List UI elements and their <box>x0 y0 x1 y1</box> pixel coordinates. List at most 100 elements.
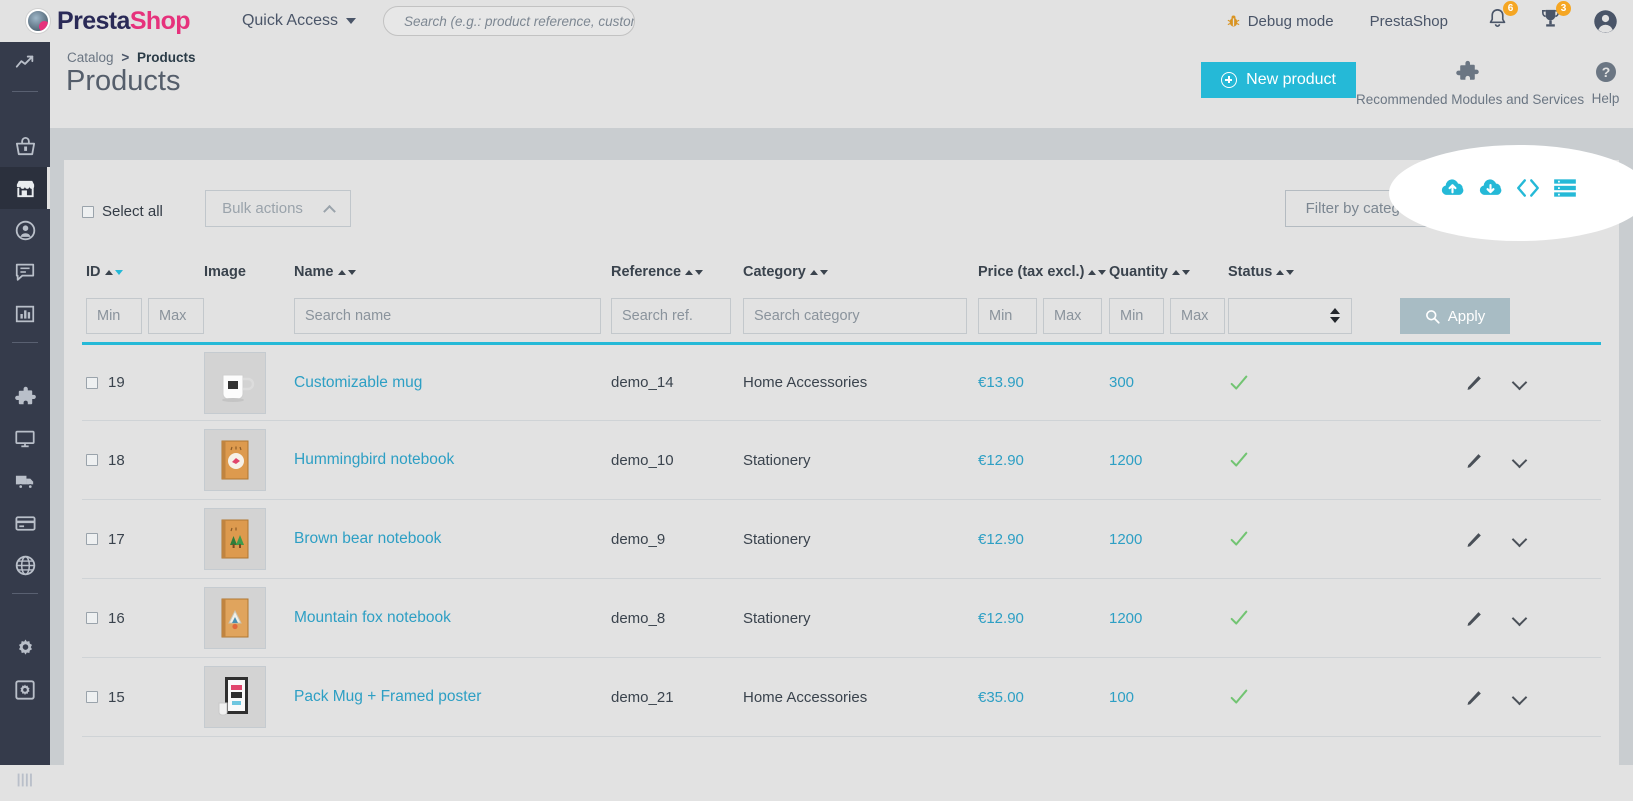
edit-pencil-icon[interactable] <box>1465 609 1484 628</box>
sort-desc-icon[interactable] <box>1181 269 1190 275</box>
product-thumbnail[interactable] <box>204 666 266 728</box>
filter-quantity-max-input[interactable] <box>1170 298 1225 334</box>
sidebar-item-catalog[interactable] <box>0 167 50 209</box>
product-thumbnail[interactable] <box>204 587 266 649</box>
sort-asc-icon[interactable] <box>809 269 818 275</box>
row-checkbox[interactable] <box>86 376 98 389</box>
bulk-actions-dropdown[interactable]: Bulk actions <box>205 190 351 227</box>
row-dropdown-chevron-icon[interactable] <box>1511 531 1528 547</box>
sort-desc-icon[interactable] <box>1098 269 1107 275</box>
row-checkbox[interactable] <box>86 454 98 466</box>
row-dropdown-chevron-icon[interactable] <box>1511 374 1528 391</box>
sort-asc-icon[interactable] <box>1276 269 1285 275</box>
quick-access-menu[interactable]: Quick Access <box>242 12 356 30</box>
product-name-link[interactable]: Hummingbird notebook <box>294 451 454 469</box>
row-dropdown-chevron-icon[interactable] <box>1511 452 1528 468</box>
trophies-button[interactable]: 3 <box>1539 1 1571 35</box>
filter-id-min-input[interactable] <box>86 298 142 334</box>
filter-price-min-input[interactable] <box>978 298 1037 334</box>
check-mark-icon[interactable] <box>1228 607 1250 629</box>
filter-status-select[interactable] <box>1228 298 1352 334</box>
product-price-link[interactable]: €12.90 <box>978 610 1024 627</box>
new-product-button[interactable]: New product <box>1201 62 1356 98</box>
sidebar-item-stats[interactable] <box>0 293 50 335</box>
column-header-status[interactable]: Status <box>1228 264 1390 280</box>
column-header-quantity[interactable]: Quantity <box>1109 264 1228 280</box>
cloud-upload-icon[interactable] <box>1439 174 1466 201</box>
filter-price-max-input[interactable] <box>1043 298 1102 334</box>
column-header-category[interactable]: Category <box>743 264 978 280</box>
sort-asc-icon[interactable] <box>1088 269 1097 275</box>
filter-name-input[interactable] <box>294 298 601 334</box>
product-quantity-link[interactable]: 1200 <box>1109 531 1142 548</box>
column-header-id[interactable]: ID <box>82 264 204 280</box>
sidebar-item-payment[interactable] <box>0 502 50 544</box>
table-row[interactable]: 16 Mountain fox notebook demo_8 Statione… <box>82 579 1601 658</box>
global-search-box[interactable]: Search (e.g.: product reference, custome <box>382 6 635 36</box>
row-dropdown-chevron-icon[interactable] <box>1511 689 1528 705</box>
filter-id-max-input[interactable] <box>148 298 204 334</box>
sort-desc-icon[interactable] <box>695 269 704 275</box>
code-brackets-icon[interactable] <box>1515 175 1541 201</box>
breadcrumb-parent[interactable]: Catalog <box>67 50 114 65</box>
list-view-icon[interactable] <box>1552 175 1578 201</box>
product-name-link[interactable]: Brown bear notebook <box>294 530 441 548</box>
sidebar-item-orders[interactable] <box>0 125 50 167</box>
sort-asc-icon[interactable] <box>104 269 113 275</box>
sort-desc-icon[interactable] <box>114 269 123 275</box>
notifications-bell[interactable]: 6 <box>1486 1 1518 35</box>
sidebar-item-dashboard[interactable] <box>0 42 50 84</box>
sort-asc-icon[interactable] <box>1171 269 1180 275</box>
sidebar-item-customer-service[interactable] <box>0 251 50 293</box>
product-thumbnail[interactable] <box>204 508 266 570</box>
sort-desc-icon[interactable] <box>819 269 828 275</box>
filter-reference-input[interactable] <box>611 298 731 334</box>
table-row[interactable]: 19 Customizable mug demo_14 Home Accesso <box>82 342 1601 421</box>
cloud-download-icon[interactable] <box>1477 174 1504 201</box>
filter-category-input[interactable] <box>743 298 967 334</box>
apply-filter-button[interactable]: Apply <box>1400 298 1510 334</box>
check-mark-icon[interactable] <box>1228 686 1250 708</box>
help-button[interactable]: ? Help <box>1583 60 1628 106</box>
product-quantity-link[interactable]: 300 <box>1109 374 1134 391</box>
sidebar-item-collapse-menu[interactable] <box>0 759 50 801</box>
row-checkbox[interactable] <box>86 533 98 545</box>
table-row[interactable]: 18 Hummingbird notebook demo_10 Statione… <box>82 421 1601 500</box>
select-all-checkbox[interactable] <box>82 205 94 218</box>
sort-asc-icon[interactable] <box>337 269 346 275</box>
shop-name-link[interactable]: PrestaShop <box>1370 13 1448 30</box>
check-mark-icon[interactable] <box>1228 449 1250 471</box>
edit-pencil-icon[interactable] <box>1465 530 1484 549</box>
product-thumbnail[interactable] <box>204 351 266 414</box>
sidebar-item-shipping[interactable] <box>0 460 50 502</box>
sort-desc-icon[interactable] <box>347 269 356 275</box>
select-all-control[interactable]: Select all <box>82 203 163 220</box>
table-row[interactable]: 17 Brown bear notebook demo_9 Stationery… <box>82 500 1601 579</box>
sidebar-item-international[interactable] <box>0 544 50 586</box>
sidebar-item-modules[interactable] <box>0 376 50 418</box>
check-mark-icon[interactable] <box>1228 528 1250 550</box>
product-name-link[interactable]: Mountain fox notebook <box>294 609 451 627</box>
product-price-link[interactable]: €13.90 <box>978 374 1024 391</box>
table-row[interactable]: 15 Pack Mug + Framed poster demo_21 Home… <box>82 658 1601 737</box>
row-dropdown-chevron-icon[interactable] <box>1511 610 1528 626</box>
product-thumbnail[interactable] <box>204 429 266 491</box>
product-name-link[interactable]: Customizable mug <box>294 374 422 392</box>
sort-asc-icon[interactable] <box>685 269 694 275</box>
sort-desc-icon[interactable] <box>1286 269 1295 275</box>
filter-quantity-min-input[interactable] <box>1109 298 1164 334</box>
sidebar-item-customers[interactable] <box>0 209 50 251</box>
row-checkbox[interactable] <box>86 612 98 624</box>
product-quantity-link[interactable]: 1200 <box>1109 452 1142 469</box>
product-price-link[interactable]: €35.00 <box>978 689 1024 706</box>
sidebar-item-shop-parameters[interactable] <box>0 627 50 669</box>
check-mark-icon[interactable] <box>1228 372 1250 394</box>
user-account-button[interactable] <box>1592 8 1619 35</box>
edit-pencil-icon[interactable] <box>1465 451 1484 470</box>
recommended-modules-button[interactable]: Recommended Modules and Services <box>1356 60 1584 107</box>
sidebar-item-design[interactable] <box>0 418 50 460</box>
product-price-link[interactable]: €12.90 <box>978 452 1024 469</box>
prestashop-logo[interactable]: PrestaShop <box>26 7 191 36</box>
product-name-link[interactable]: Pack Mug + Framed poster <box>294 688 481 706</box>
sidebar-item-advanced-parameters[interactable] <box>0 669 50 711</box>
